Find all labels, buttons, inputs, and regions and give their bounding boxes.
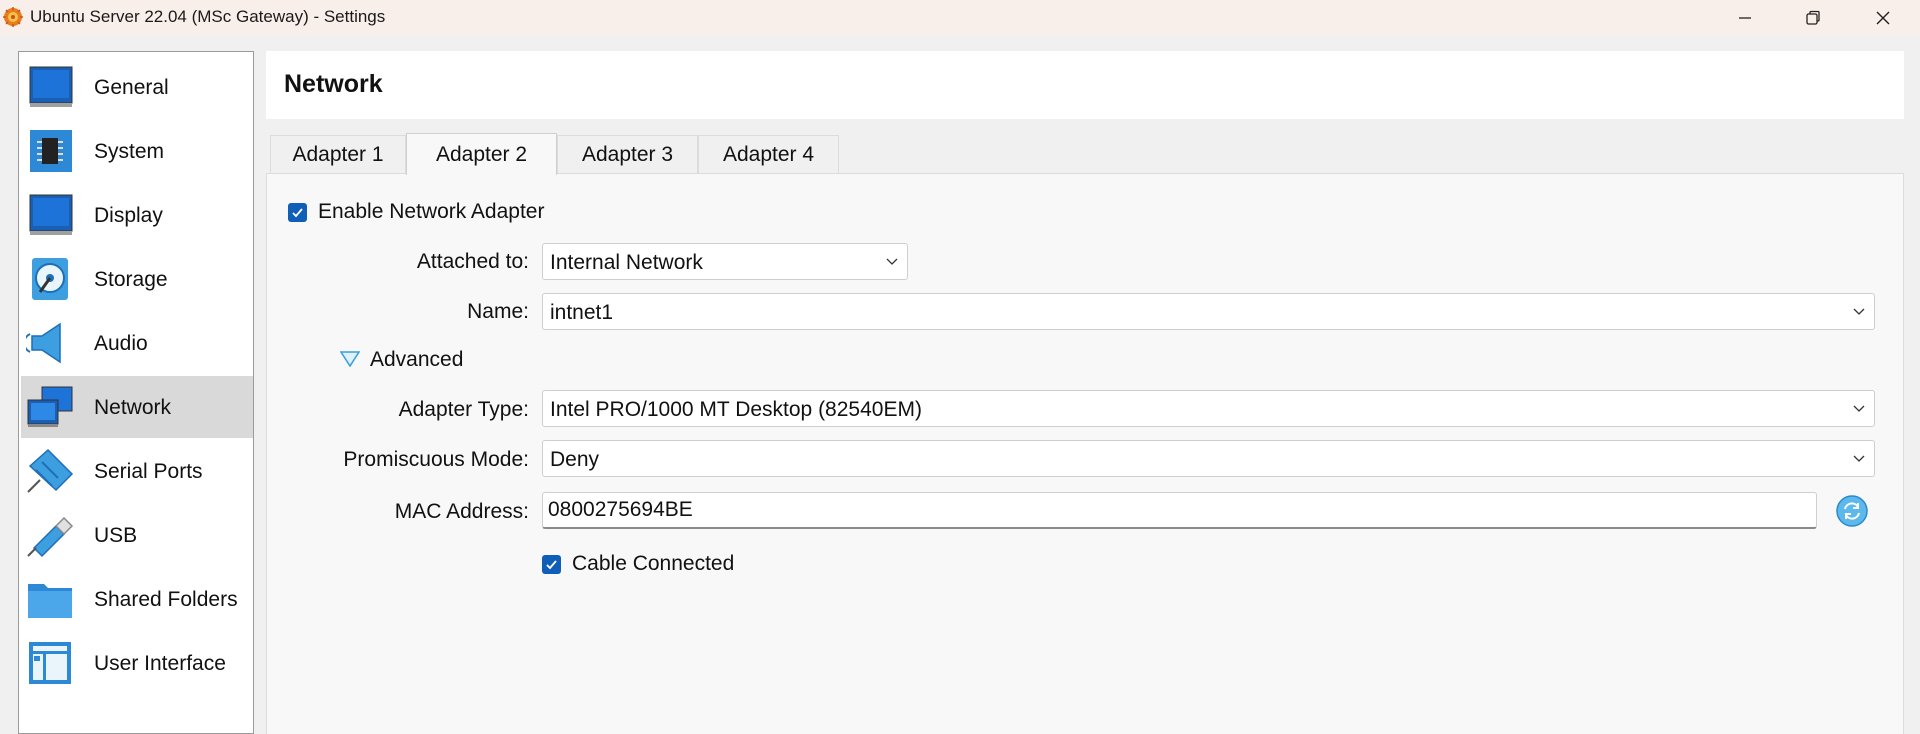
- usb-icon: [27, 516, 74, 558]
- chevron-down-icon: [1853, 405, 1865, 412]
- sidebar-item-system[interactable]: System: [21, 120, 253, 182]
- virtualbox-app-icon: [3, 7, 23, 27]
- cable-connected-checkbox[interactable]: [542, 555, 561, 574]
- folder-icon: [28, 584, 72, 618]
- sidebar-item-user-interface[interactable]: User Interface: [21, 632, 253, 694]
- attached-to-label: Attached to:: [416, 250, 529, 273]
- sidebar-item-audio[interactable]: Audio: [21, 312, 253, 374]
- display-monitor-icon: [29, 194, 73, 235]
- enable-network-adapter-label[interactable]: Enable Network Adapter: [318, 200, 544, 224]
- sidebar-item-label: Serial Ports: [94, 460, 203, 483]
- audio-speaker-icon: [26, 322, 61, 364]
- sidebar-item-serial-ports[interactable]: Serial Ports: [21, 440, 253, 502]
- tab-adapter-2[interactable]: Adapter 2: [406, 133, 557, 175]
- tab-adapter-3[interactable]: Adapter 3: [557, 135, 698, 173]
- sidebar-item-label: General: [94, 76, 169, 99]
- minimize-button[interactable]: [1711, 0, 1779, 35]
- network-icon: [27, 386, 73, 427]
- sidebar-item-usb[interactable]: USB: [21, 504, 253, 566]
- sidebar-item-label: System: [94, 140, 165, 163]
- triangle-expanded-icon: [340, 351, 360, 367]
- system-chip-icon: [30, 130, 72, 172]
- close-icon: [1876, 11, 1890, 24]
- tab-label: Adapter 2: [435, 142, 528, 166]
- promiscuous-mode-select[interactable]: Deny: [542, 440, 1875, 477]
- sidebar-item-label: Display: [94, 204, 163, 227]
- serial-port-icon: [27, 448, 74, 493]
- name-label: Name:: [467, 300, 529, 323]
- enable-network-adapter-checkbox[interactable]: [288, 203, 307, 222]
- adapter-type-select[interactable]: Intel PRO/1000 MT Desktop (82540EM): [542, 390, 1875, 427]
- settings-sidebar: General System Display Storage Audio Net…: [18, 51, 254, 734]
- network-name-select[interactable]: intnet1: [542, 293, 1875, 330]
- tab-label: Adapter 1: [292, 142, 384, 166]
- chevron-down-icon: [1853, 455, 1865, 462]
- attached-to-value: Internal Network: [550, 251, 703, 274]
- close-button[interactable]: [1849, 0, 1917, 35]
- sidebar-item-label: Network: [94, 396, 172, 419]
- tab-label: Adapter 3: [581, 142, 674, 166]
- minimize-icon: [1739, 16, 1751, 19]
- sidebar-item-label: Shared Folders: [94, 588, 238, 611]
- promiscuous-mode-label: Promiscuous Mode:: [343, 448, 529, 471]
- refresh-icon: [1836, 495, 1868, 527]
- window-title: Ubuntu Server 22.04 (MSc Gateway) - Sett…: [30, 7, 386, 26]
- sidebar-item-label: User Interface: [94, 652, 226, 675]
- tab-label: Adapter 4: [722, 142, 815, 166]
- page-header: Network: [266, 51, 1904, 119]
- promiscuous-mode-value: Deny: [550, 448, 600, 471]
- adapter-type-value: Intel PRO/1000 MT Desktop (82540EM): [550, 398, 922, 421]
- sidebar-item-storage[interactable]: Storage: [21, 248, 253, 310]
- general-icon: [29, 66, 73, 107]
- tab-adapter-4[interactable]: Adapter 4: [698, 135, 839, 173]
- advanced-label: Advanced: [370, 348, 464, 371]
- sidebar-item-display[interactable]: Display: [21, 184, 253, 246]
- adapter-type-label: Adapter Type:: [398, 398, 529, 421]
- page-title: Network: [284, 70, 383, 98]
- mac-address-input[interactable]: [542, 492, 1817, 529]
- restore-button[interactable]: [1779, 0, 1847, 35]
- chevron-down-icon: [1853, 308, 1865, 315]
- generate-mac-button[interactable]: [1835, 494, 1869, 528]
- title-bar: Ubuntu Server 22.04 (MSc Gateway) - Sett…: [0, 0, 1920, 35]
- sidebar-item-label: Storage: [94, 268, 168, 291]
- user-interface-icon: [29, 642, 71, 684]
- storage-disk-icon: [32, 258, 68, 300]
- restore-icon: [1806, 10, 1820, 25]
- cable-connected-label[interactable]: Cable Connected: [572, 552, 734, 576]
- network-name-value: intnet1: [550, 301, 614, 324]
- checkmark-icon: [292, 208, 303, 218]
- sidebar-item-label: USB: [94, 524, 138, 547]
- sidebar-item-general[interactable]: General: [21, 56, 253, 118]
- attached-to-select[interactable]: Internal Network: [542, 243, 908, 280]
- sidebar-item-label: Audio: [94, 332, 148, 355]
- mac-address-label: MAC Address:: [394, 500, 529, 523]
- tab-adapter-1[interactable]: Adapter 1: [270, 135, 406, 173]
- sidebar-item-network[interactable]: Network: [21, 376, 253, 438]
- sidebar-item-shared-folders[interactable]: Shared Folders: [21, 568, 253, 630]
- chevron-down-icon: [886, 258, 898, 265]
- checkmark-icon: [546, 560, 557, 570]
